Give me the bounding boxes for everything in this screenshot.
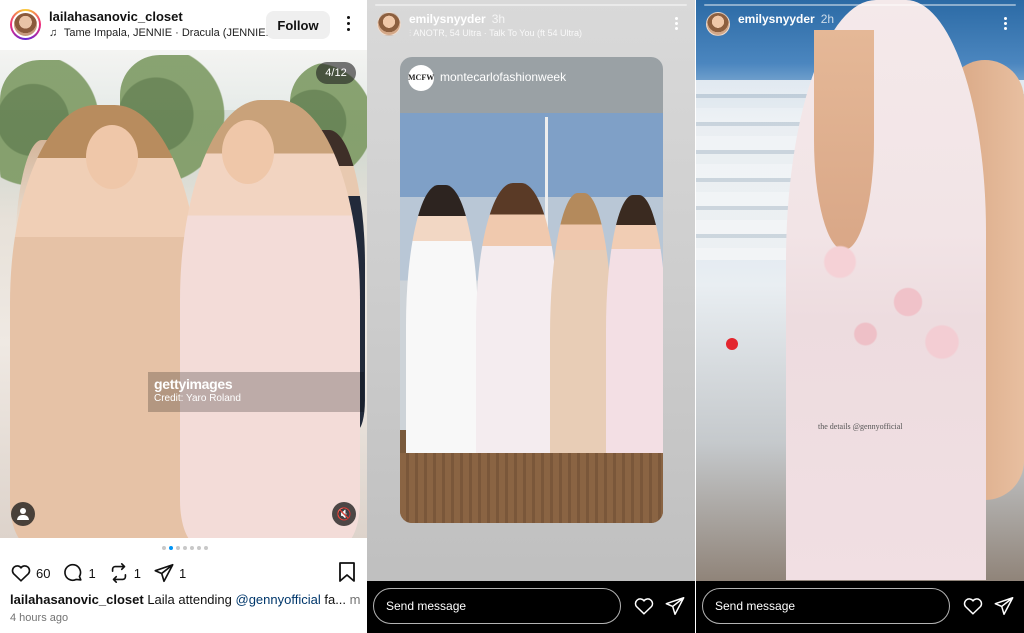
more-options-icon[interactable] xyxy=(673,16,679,32)
caption-mention[interactable]: @gennyofficial xyxy=(236,592,321,607)
heart-icon xyxy=(11,565,31,582)
watermark-credit: Credit: Yaro Roland xyxy=(154,393,241,404)
send-icon xyxy=(154,563,174,583)
send-icon[interactable] xyxy=(664,595,686,617)
story-progress-bar xyxy=(375,4,687,6)
caption-trail: fa... xyxy=(320,592,350,607)
caption-text: Laila attending xyxy=(147,592,236,607)
message-bar: Send message xyxy=(367,581,695,633)
send-message-input[interactable]: Send message xyxy=(373,588,621,624)
carousel-counter: 4/12 xyxy=(316,62,356,84)
more-options-icon[interactable] xyxy=(1002,16,1008,32)
music-note-icon: ♫ xyxy=(49,27,58,39)
heart-icon[interactable] xyxy=(633,595,655,617)
mcfw-logo[interactable]: MCFW xyxy=(408,65,434,91)
caption-more-link[interactable]: more xyxy=(350,592,360,607)
getty-watermark: gettyimages Credit: Yaro Roland xyxy=(148,372,364,412)
story-time: 3h xyxy=(491,12,506,26)
carousel-dot xyxy=(204,546,208,550)
message-bar: Send message xyxy=(696,581,1024,633)
story-time: 2h xyxy=(820,12,835,26)
woman-in-pink-gown xyxy=(606,195,663,495)
carousel-dot xyxy=(162,546,166,550)
neckline xyxy=(814,30,874,250)
watermark-brand: gettyimages xyxy=(154,376,233,392)
muted-speaker-icon[interactable]: 🔇 xyxy=(332,502,356,526)
story-username[interactable]: emilysnyyder 2h xyxy=(738,12,834,26)
yacht-deck xyxy=(400,453,663,523)
comment-action[interactable]: 1 xyxy=(62,562,96,584)
instagram-post: lailahasanovic_closet ♫ Tame Impala, JEN… xyxy=(0,0,367,633)
face xyxy=(86,125,138,189)
bookmark-icon[interactable] xyxy=(337,561,357,583)
story-song[interactable]: ⫶ ANOTR, 54 Ultra · Talk To You (ft 54 U… xyxy=(409,28,582,39)
post-timestamp: 4 hours ago xyxy=(10,612,69,624)
story-avatar[interactable] xyxy=(377,12,401,36)
carousel-dots xyxy=(162,546,208,552)
repost-handle[interactable]: montecarlofashionweek xyxy=(440,70,566,84)
repost-count: 1 xyxy=(133,565,141,581)
repost-icon xyxy=(111,563,126,583)
tagged-user-icon[interactable] xyxy=(11,502,35,526)
story-viewer-center[interactable]: emilysnyyder 3h ⫶ ANOTR, 54 Ultra · Talk … xyxy=(367,0,695,633)
post-image[interactable]: 4/12 gettyimages Credit: Yaro Roland 🔇 xyxy=(0,50,367,538)
post-caption: lailahasanovic_closet Laila attending @g… xyxy=(10,592,360,607)
post-audio[interactable]: ♫ Tame Impala, JENNIE · Dracula (JENNIE.… xyxy=(49,27,275,39)
woman-in-white-suit xyxy=(476,183,558,499)
comment-count: 1 xyxy=(88,565,96,581)
send-message-input[interactable]: Send message xyxy=(702,588,950,624)
red-light xyxy=(726,338,738,350)
like-action[interactable]: 60 xyxy=(10,562,50,584)
reposted-story-card[interactable]: MCFW montecarlofashionweek xyxy=(400,57,663,523)
comment-icon xyxy=(64,563,83,582)
story-viewer-right[interactable]: emilysnyyder 2h the details @gennyofficia… xyxy=(696,0,1024,633)
carousel-dot xyxy=(169,546,173,550)
face xyxy=(222,120,274,184)
post-actions: 60 1 1 1 xyxy=(10,561,198,585)
repost-action[interactable]: 1 xyxy=(108,562,141,584)
story-text-overlay[interactable]: the details @gennyofficial xyxy=(818,422,903,431)
carousel-dot xyxy=(176,546,180,550)
carousel-dot xyxy=(197,546,201,550)
story-progress-bar xyxy=(704,4,1016,6)
carousel-dot xyxy=(190,546,194,550)
floral-embroidery xyxy=(806,230,976,390)
follow-button[interactable]: Follow xyxy=(266,11,330,39)
post-header: lailahasanovic_closet ♫ Tame Impala, JEN… xyxy=(0,0,367,50)
carousel-dot xyxy=(183,546,187,550)
woman-in-white-gown xyxy=(406,185,478,497)
audio-label: Tame Impala, JENNIE · Dracula (JENNIE... xyxy=(63,27,275,39)
share-count: 1 xyxy=(178,565,187,581)
story-avatar[interactable] xyxy=(706,12,730,36)
avatar[interactable] xyxy=(10,9,41,40)
post-username[interactable]: lailahasanovic_closet xyxy=(49,9,183,24)
share-action[interactable]: 1 xyxy=(153,562,186,584)
caption-username[interactable]: lailahasanovic_closet xyxy=(10,592,144,607)
like-count: 60 xyxy=(36,565,51,581)
heart-icon[interactable] xyxy=(962,595,984,617)
send-icon[interactable] xyxy=(993,595,1015,617)
more-options-icon[interactable] xyxy=(340,13,356,37)
story-username[interactable]: emilysnyyder 3h xyxy=(409,12,505,26)
